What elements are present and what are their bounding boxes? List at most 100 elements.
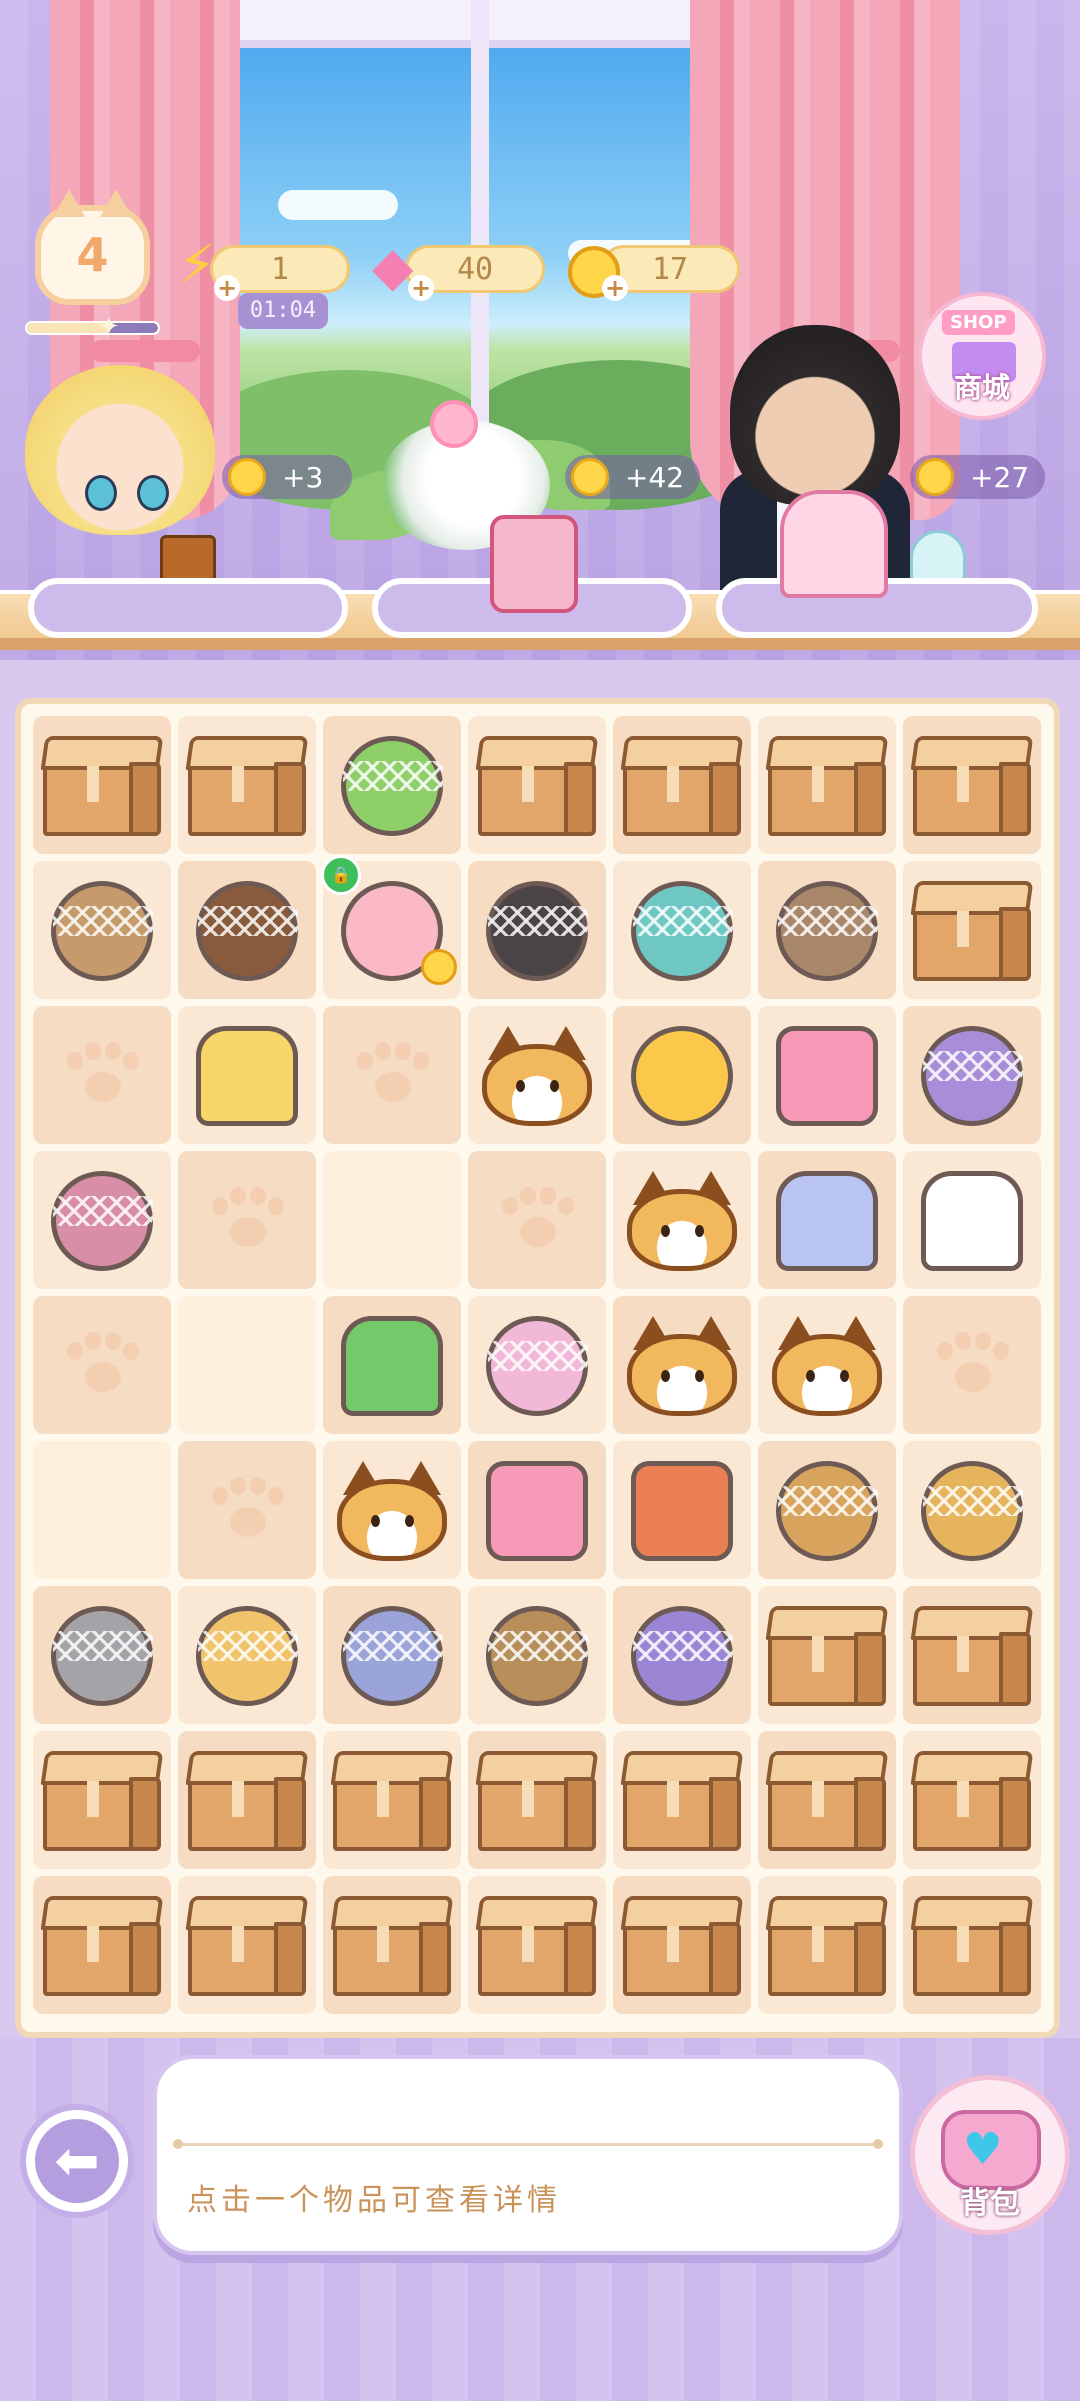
cobweb-overlay — [488, 1341, 588, 1371]
board-cell[interactable] — [323, 1006, 461, 1144]
board-cell[interactable] — [903, 1296, 1041, 1434]
board-cell[interactable] — [323, 1586, 461, 1724]
top-hud: 4 ✦ 1 ⚡ + 01:04 40 ◆ + 17 + SHOP 商城 — [0, 0, 1080, 420]
coin-icon — [228, 458, 266, 496]
board-cell[interactable] — [323, 1296, 461, 1434]
paw-toe — [250, 1477, 266, 1495]
board-cell[interactable] — [178, 1876, 316, 2014]
board-cell[interactable] — [613, 1876, 751, 2014]
board-cell[interactable] — [903, 1006, 1041, 1144]
add-coins-button[interactable]: + — [602, 275, 628, 301]
add-gems-button[interactable]: + — [408, 275, 434, 301]
board-cell[interactable] — [903, 1586, 1041, 1724]
board-cell[interactable] — [758, 1586, 896, 1724]
box-part — [812, 766, 824, 802]
paw-print-icon — [502, 1187, 574, 1249]
board-cell[interactable] — [613, 1441, 751, 1579]
box-part — [957, 1636, 969, 1672]
box-part — [522, 1781, 534, 1817]
customer-blond-boy[interactable] — [25, 365, 215, 535]
board-cell[interactable] — [178, 1296, 316, 1434]
board-cell[interactable] — [758, 716, 896, 854]
board-cell[interactable] — [33, 716, 171, 854]
paw-toe — [85, 1332, 101, 1350]
board-cell[interactable] — [468, 1441, 606, 1579]
board-cell[interactable] — [903, 1876, 1041, 2014]
cat-eye — [695, 1225, 704, 1237]
board-cell[interactable] — [468, 1296, 606, 1434]
board-cell[interactable] — [613, 861, 751, 999]
shop-button[interactable]: SHOP 商城 — [918, 292, 1046, 420]
cardboard-box-icon — [765, 736, 889, 836]
cardboard-box-icon — [765, 1896, 889, 1996]
board-cell[interactable] — [323, 1731, 461, 1869]
board-cell[interactable] — [323, 1876, 461, 2014]
order-slot-1[interactable] — [28, 578, 348, 638]
board-cell[interactable] — [33, 1151, 171, 1289]
box-part — [564, 1922, 596, 1996]
board-cell[interactable] — [178, 716, 316, 854]
board-cell[interactable] — [903, 716, 1041, 854]
board-cell[interactable] — [468, 1586, 606, 1724]
board-cell[interactable] — [613, 1586, 751, 1724]
board-cell[interactable] — [468, 716, 606, 854]
board-cell[interactable] — [178, 861, 316, 999]
board-cell[interactable] — [178, 1731, 316, 1869]
add-energy-button[interactable]: + — [214, 275, 240, 301]
board-cell[interactable] — [468, 1731, 606, 1869]
paw-toe — [520, 1187, 536, 1205]
board-cell[interactable] — [613, 1296, 751, 1434]
board-cell[interactable] — [33, 861, 171, 999]
box-part — [667, 1781, 679, 1817]
board-cell[interactable] — [33, 1731, 171, 1869]
board-cell[interactable] — [903, 861, 1041, 999]
board-cell[interactable] — [903, 1731, 1041, 1869]
board-cell[interactable] — [758, 1151, 896, 1289]
board-cell[interactable] — [323, 1441, 461, 1579]
board-cell[interactable] — [178, 1151, 316, 1289]
board-cell[interactable] — [323, 1151, 461, 1289]
board-cell[interactable] — [33, 1006, 171, 1144]
board-cell[interactable]: 🔒 — [321, 855, 461, 999]
board-cell[interactable] — [758, 1731, 896, 1869]
board-cell[interactable] — [33, 1586, 171, 1724]
board-cell[interactable] — [33, 1296, 171, 1434]
board-cell[interactable] — [33, 1876, 171, 2014]
board-cell[interactable] — [613, 1006, 751, 1144]
customer-dark-hair-man[interactable] — [730, 325, 900, 505]
cobweb-overlay — [53, 1196, 153, 1226]
cardboard-box-icon — [185, 1896, 309, 1996]
coin-icon — [571, 458, 609, 496]
board-cell[interactable] — [178, 1441, 316, 1579]
cat-token-icon — [772, 1316, 882, 1416]
board-cell[interactable] — [613, 1731, 751, 1869]
cobweb-overlay — [488, 906, 588, 936]
board-cell[interactable] — [758, 861, 896, 999]
box-part — [129, 1777, 161, 1851]
board-cell[interactable] — [468, 1006, 606, 1144]
board-cell[interactable] — [323, 716, 461, 854]
paw-print-icon — [212, 1187, 284, 1249]
shop-sign: SHOP — [942, 310, 1015, 335]
board-cell[interactable] — [178, 1586, 316, 1724]
board-cell[interactable] — [178, 1006, 316, 1144]
board-cell[interactable] — [903, 1441, 1041, 1579]
paw-pad — [230, 1217, 266, 1247]
board-cell[interactable] — [468, 861, 606, 999]
back-button[interactable]: ⬅ — [20, 2104, 134, 2218]
board-cell[interactable] — [613, 716, 751, 854]
board-cell[interactable] — [758, 1296, 896, 1434]
board-cell[interactable] — [468, 1876, 606, 2014]
board-cell[interactable] — [758, 1006, 896, 1144]
board-cell[interactable] — [613, 1151, 751, 1289]
board-cell[interactable] — [468, 1151, 606, 1289]
board-cell[interactable] — [903, 1151, 1041, 1289]
cardboard-box-icon — [185, 736, 309, 836]
bag-button[interactable]: ♥ 背包 — [910, 2075, 1070, 2235]
cat-eye — [516, 1080, 525, 1092]
board-cell[interactable] — [33, 1441, 171, 1579]
level-badge[interactable]: 4 — [35, 189, 150, 305]
box-part — [274, 1777, 306, 1851]
board-cell[interactable] — [758, 1441, 896, 1579]
board-cell[interactable] — [758, 1876, 896, 2014]
